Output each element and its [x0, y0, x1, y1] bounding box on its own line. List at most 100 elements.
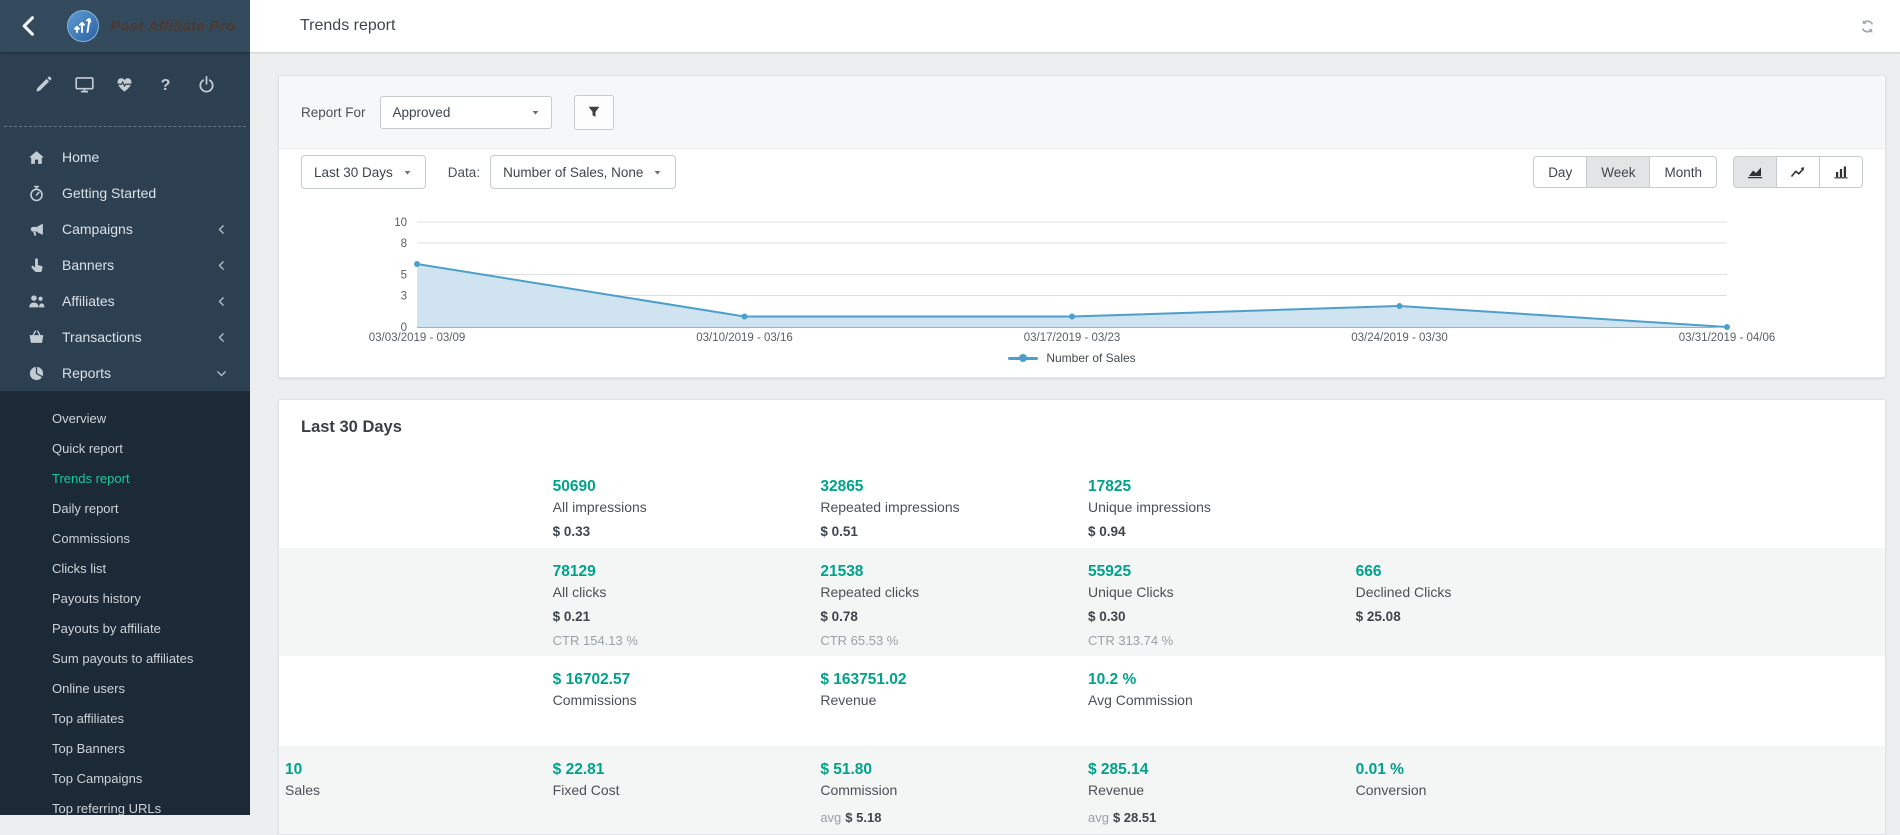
caret-down-icon	[402, 167, 413, 178]
chart-type-button-bar-chart[interactable]	[1820, 156, 1863, 188]
basket-icon	[28, 329, 45, 346]
period-button-month[interactable]: Month	[1650, 156, 1717, 188]
sidebar-subitem-sum-payouts-to-affiliates[interactable]: Sum payouts to affiliates	[0, 643, 250, 673]
sidebar-item-home[interactable]: Home	[4, 139, 246, 175]
stat-ctr: CTR 313.74 %	[1088, 632, 1350, 650]
chart-type-button-area-chart[interactable]	[1733, 156, 1777, 188]
sidebar-item-transactions[interactable]: Transactions	[4, 319, 246, 355]
sidebar-subitem-payouts-history[interactable]: Payouts history	[0, 583, 250, 613]
sidebar-item-label: Reports	[62, 365, 215, 381]
chevron-left-icon	[215, 331, 228, 344]
stat-cell-declined-clicks: 666Declined Clicks$ 25.08	[1350, 561, 1618, 650]
pencil-icon[interactable]	[34, 75, 53, 94]
area-chart-icon	[1747, 164, 1763, 180]
period-button-day[interactable]: Day	[1533, 156, 1587, 188]
svg-text:10: 10	[394, 217, 407, 229]
sidebar-subitem-overview[interactable]: Overview	[0, 403, 250, 433]
svg-text:03/03/2019 - 03/09: 03/03/2019 - 03/09	[369, 332, 466, 344]
sales-trend-chart: 10853003/03/2019 - 03/0903/10/2019 - 03/…	[279, 195, 1887, 345]
stat-label: Unique Clicks	[1088, 582, 1350, 602]
collapse-sidebar-icon[interactable]	[18, 15, 40, 37]
stat-cell-fixed-cost: $ 22.81Fixed Cost	[547, 759, 815, 828]
svg-text:3: 3	[401, 291, 407, 303]
sidebar-subitem-top-campaigns[interactable]: Top Campaigns	[0, 763, 250, 793]
sidebar-subitem-top-banners[interactable]: Top Banners	[0, 733, 250, 763]
stat-value: $ 16702.57	[553, 669, 815, 690]
sidebar-item-label: Getting Started	[62, 185, 228, 201]
sidebar-subitem-clicks-list[interactable]: Clicks list	[0, 553, 250, 583]
stat-average: avg$ 28.51	[1088, 809, 1350, 827]
filter-button[interactable]	[574, 95, 614, 130]
stat-value: 55925	[1088, 561, 1350, 582]
chart-type-button-line-chart[interactable]	[1777, 156, 1820, 188]
stat-cost: $ 0.30	[1088, 607, 1350, 627]
report-for-select[interactable]: Approved	[380, 96, 552, 129]
sidebar-subitem-online-users[interactable]: Online users	[0, 673, 250, 703]
stat-value: 10	[285, 759, 547, 780]
stat-cell-all-clicks: 78129All clicks$ 0.21CTR 154.13 %	[547, 561, 815, 650]
stat-value: 17825	[1088, 476, 1350, 497]
legend-label: Number of Sales	[1046, 351, 1135, 365]
svg-text:8: 8	[401, 238, 407, 250]
stat-cost: $ 25.08	[1356, 607, 1618, 627]
stat-label: Revenue	[820, 690, 1082, 710]
stat-cell-repeated-impressions: 32865Repeated impressions$ 0.51	[814, 476, 1082, 542]
sidebar-subitem-quick-report[interactable]: Quick report	[0, 433, 250, 463]
app-logo[interactable]: Post Affiliate Pro	[66, 9, 235, 43]
sidebar-subitem-commissions[interactable]: Commissions	[0, 523, 250, 553]
stat-ctr: CTR 65.53 %	[820, 632, 1082, 650]
sidebar-subitem-daily-report[interactable]: Daily report	[0, 493, 250, 523]
main-content: Report For Approved Last 30 Days Data: N…	[250, 52, 1900, 815]
sidebar-subitem-top-affiliates[interactable]: Top affiliates	[0, 703, 250, 733]
stopwatch-icon	[28, 185, 45, 202]
logo-icon	[66, 9, 100, 43]
sidebar-subitem-top-referring-urls[interactable]: Top referring URLs	[0, 793, 250, 815]
stat-label: Commissions	[553, 690, 815, 710]
stat-cell-commissions: $ 16702.57Commissions	[547, 669, 815, 740]
sidebar-item-campaigns[interactable]: Campaigns	[4, 211, 246, 247]
megaphone-icon	[28, 221, 45, 238]
stat-value: $ 163751.02	[820, 669, 1082, 690]
stat-cost: $ 0.33	[553, 522, 815, 542]
sidebar-subitem-payouts-by-affiliate[interactable]: Payouts by affiliate	[0, 613, 250, 643]
stat-value: 10.2 %	[1088, 669, 1350, 690]
sidebar-item-label: Home	[62, 149, 228, 165]
sidebar-item-getting-started[interactable]: Getting Started	[4, 175, 246, 211]
page-header: Trends report	[250, 0, 1900, 52]
period-button-group: DayWeekMonth	[1533, 156, 1717, 188]
sidebar-subitem-trends-report[interactable]: Trends report	[0, 463, 250, 493]
sidebar-item-label: Affiliates	[62, 293, 215, 309]
stat-cost: $ 0.21	[553, 607, 815, 627]
chart-options-row: Last 30 Days Data: Number of Sales, None…	[279, 149, 1885, 195]
stat-value: $ 22.81	[553, 759, 815, 780]
sidebar-item-label: Banners	[62, 257, 215, 273]
stat-cell-revenue: $ 163751.02Revenue	[814, 669, 1082, 740]
chevron-left-icon	[215, 259, 228, 272]
stat-label: Repeated clicks	[820, 582, 1082, 602]
stats-title: Last 30 Days	[301, 418, 1885, 437]
sidebar-item-affiliates[interactable]: Affiliates	[4, 283, 246, 319]
stat-value: 78129	[553, 561, 815, 582]
data-series-select[interactable]: Number of Sales, None	[490, 155, 676, 189]
stat-value: $ 51.80	[820, 759, 1082, 780]
chart-area: 10853003/03/2019 - 03/0903/10/2019 - 03/…	[279, 195, 1885, 369]
refresh-icon[interactable]	[1859, 18, 1876, 35]
heartbeat-icon[interactable]	[115, 75, 134, 94]
stat-label: Fixed Cost	[553, 780, 815, 800]
sidebar-item-label: Transactions	[62, 329, 215, 345]
svg-text:03/31/2019 - 04/06: 03/31/2019 - 04/06	[1679, 332, 1776, 344]
stat-cell-unique-impressions: 17825Unique impressions$ 0.94	[1082, 476, 1350, 542]
stat-cell-unique-clicks: 55925Unique Clicks $ 0.30 CTR 313.74 %	[1082, 561, 1350, 650]
question-icon[interactable]: ?	[156, 75, 175, 94]
period-button-week[interactable]: Week	[1587, 156, 1650, 188]
power-icon[interactable]	[197, 75, 216, 94]
date-range-select[interactable]: Last 30 Days	[301, 155, 426, 189]
stat-cost: $ 0.78	[820, 607, 1082, 627]
stat-value: 32865	[820, 476, 1082, 497]
monitor-icon[interactable]	[75, 75, 94, 94]
sidebar-item-reports[interactable]: Reports	[4, 355, 246, 391]
sidebar-item-banners[interactable]: Banners	[4, 247, 246, 283]
chart-legend: Number of Sales	[417, 347, 1727, 369]
stat-cost: $ 0.94	[1088, 522, 1350, 542]
chevron-left-icon	[215, 223, 228, 236]
